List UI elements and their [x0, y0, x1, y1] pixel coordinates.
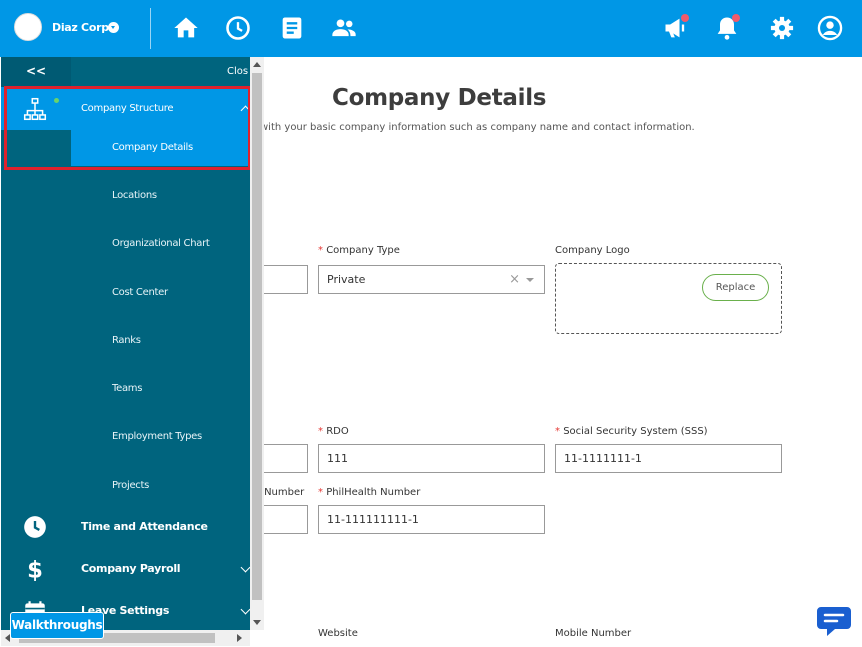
- logo-dropzone[interactable]: Replace: [555, 263, 782, 334]
- sss-label: * Social Security System (SSS): [555, 426, 708, 437]
- home-icon[interactable]: [172, 14, 200, 42]
- sss-field[interactable]: 11-1111111-1: [555, 444, 782, 473]
- document-icon[interactable]: [278, 14, 306, 42]
- main-content: Company Details with your basic company …: [250, 57, 862, 647]
- rdo-field[interactable]: 111: [318, 444, 545, 473]
- rdo-label: * RDO: [318, 426, 349, 437]
- page-description: with your basic company information such…: [260, 122, 695, 133]
- sidebar-item-ranks[interactable]: Ranks: [112, 335, 141, 346]
- dollar-icon[interactable]: $: [22, 556, 48, 582]
- chevron-down-icon[interactable]: [108, 22, 119, 33]
- sidebar-item-employment-types[interactable]: Employment Types: [112, 431, 202, 442]
- top-bar: Diaz Corp: [0, 0, 862, 57]
- scroll-down-icon[interactable]: [253, 620, 261, 625]
- website-label: Website: [318, 628, 358, 639]
- sidebar-item-cost-center[interactable]: Cost Center: [112, 287, 168, 298]
- notification-dot: [732, 14, 740, 22]
- company-logo-label: Company Logo: [555, 245, 630, 256]
- people-icon[interactable]: [330, 14, 358, 42]
- chevron-down-icon[interactable]: [526, 278, 534, 282]
- divider: [150, 8, 151, 49]
- scroll-right-icon[interactable]: [237, 634, 242, 642]
- pagibig-label: ) Number: [257, 487, 305, 498]
- sidebar-item-time-attendance[interactable]: Time and Attendance: [81, 520, 208, 533]
- close-sidebar-button[interactable]: Clos: [227, 66, 248, 77]
- scroll-up-icon[interactable]: [253, 62, 261, 67]
- company-logo[interactable]: [14, 13, 42, 41]
- company-name[interactable]: Diaz Corp: [52, 21, 109, 34]
- svg-text:$: $: [27, 558, 43, 582]
- sidebar-item-projects[interactable]: Projects: [112, 480, 149, 491]
- clock-icon[interactable]: [224, 14, 252, 42]
- mobile-number-label: Mobile Number: [555, 628, 632, 639]
- sidebar-item-organizational-chart[interactable]: Organizational Chart: [112, 238, 210, 249]
- notification-dot: [681, 14, 689, 22]
- philhealth-label: * PhilHealth Number: [318, 487, 421, 498]
- sidebar-item-company-payroll[interactable]: Company Payroll: [81, 562, 181, 575]
- clear-icon[interactable]: ×: [509, 266, 520, 293]
- user-icon[interactable]: [816, 14, 844, 42]
- company-type-select[interactable]: Private ×: [318, 265, 545, 294]
- clock-icon[interactable]: [22, 514, 48, 540]
- scrollbar-thumb[interactable]: [252, 73, 262, 600]
- gear-icon[interactable]: [768, 14, 796, 42]
- page-title: Company Details: [332, 85, 547, 111]
- megaphone-icon[interactable]: [662, 14, 690, 42]
- philhealth-field[interactable]: 11-111111111-1: [318, 505, 545, 534]
- chat-icon[interactable]: [816, 604, 852, 638]
- bell-icon[interactable]: [713, 14, 741, 42]
- highlight-annotation: [4, 86, 251, 170]
- replace-button[interactable]: Replace: [702, 274, 769, 301]
- sidebar-vertical-scrollbar[interactable]: [250, 57, 264, 630]
- walkthroughs-button[interactable]: Walkthroughs: [10, 612, 104, 639]
- sidebar-item-locations[interactable]: Locations: [112, 190, 157, 201]
- company-type-label: * Company Type: [318, 245, 400, 256]
- sidebar-item-teams[interactable]: Teams: [112, 383, 142, 394]
- collapse-sidebar-button[interactable]: <<: [1, 57, 71, 87]
